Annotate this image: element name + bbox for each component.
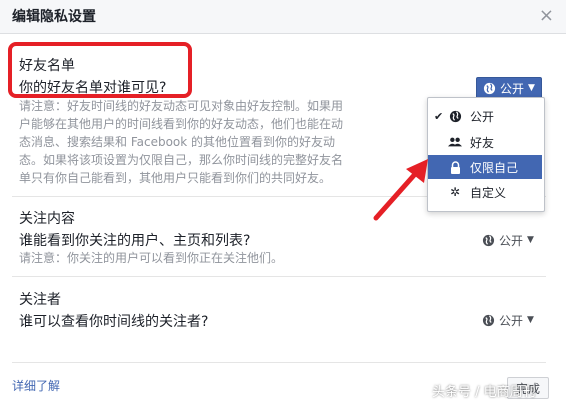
globe-icon [482,314,495,326]
friends-list-audience-button[interactable]: 公开 ▼ [476,77,542,99]
followers-question: 谁可以查看你时间线的关注者? [19,314,209,330]
divider [12,362,546,363]
friends-list-hint: 请注意：好友时间线的好友动态可见对象由好友控制。如果用 户能够在其他用户的时间线… [19,97,379,187]
followers-audience-button[interactable]: 公开 ▼ [476,309,540,331]
following-question: 谁能看到你关注的用户、主页和列表? [19,233,251,249]
audience-label: 公开 [499,233,524,248]
watermark: 头条号 / 电商周刊 [432,385,536,400]
dialog-title: 编辑隐私设置 [12,9,96,25]
following-hint: 请注意：你关注的用户可以看到你正在关注他们。 [19,251,284,265]
dropdown-item-only-me[interactable]: 仅限自己 [428,155,542,179]
privacy-settings-dialog: 编辑隐私设置 × 好友名单 你的好友名单对谁可见? 公开 ▼ 请注意：好友时间线… [0,0,566,407]
chevron-down-icon: ▼ [528,82,535,93]
learn-more-link[interactable]: 详细了解 [12,377,60,394]
annotation-arrow [373,159,428,221]
hint-line: 单只有你自己能看到，其他用户只能看到你们的共同好友。 [19,171,332,185]
chevron-down-icon: ▼ [527,234,534,245]
dropdown-item-label: 好友 [470,135,495,150]
hint-line: 态消息、搜索结果和 Facebook 的其他位置看到你的好友动 [19,135,336,149]
audience-label: 公开 [499,313,524,328]
dropdown-item-label: 仅限自己 [470,160,519,175]
globe-icon [483,82,496,94]
divider [12,276,546,277]
dropdown-item-custom[interactable]: ✲ 自定义 [428,180,542,204]
dropdown-item-label: 公开 [470,109,495,124]
dropdown-item-label: 自定义 [470,185,507,200]
dialog-header: 编辑隐私设置 × [0,0,566,34]
friends-icon [448,135,462,149]
followers-title: 关注者 [19,292,61,308]
annotation-highlight-box [8,42,192,98]
globe-icon [482,234,495,246]
checkmark-icon: ✔ [434,109,444,123]
lock-icon [448,160,462,174]
following-audience-button[interactable]: 公开 ▼ [476,229,540,251]
hint-line: 请注意：好友时间线的好友动态可见对象由好友控制。如果用 [19,99,344,113]
following-title: 关注内容 [19,211,75,227]
dropdown-item-public[interactable]: ✔ 公开 [428,104,542,128]
close-icon[interactable]: × [539,5,554,26]
gear-icon: ✲ [449,185,461,199]
hint-line: 态。如果将该项设置为仅限自己，那么你时间线的完整好友名 [19,153,344,167]
dropdown-item-friends[interactable]: 好友 [428,130,542,154]
audience-label: 公开 [500,81,525,96]
hint-line: 户能够在其他用户的时间线看到你的好友动态，他们也能在动 [19,117,344,131]
audience-dropdown-menu: ✔ 公开 好友 仅限自己 ✲ 自定义 [427,97,545,212]
chevron-down-icon: ▼ [527,314,534,325]
globe-icon [448,109,462,123]
